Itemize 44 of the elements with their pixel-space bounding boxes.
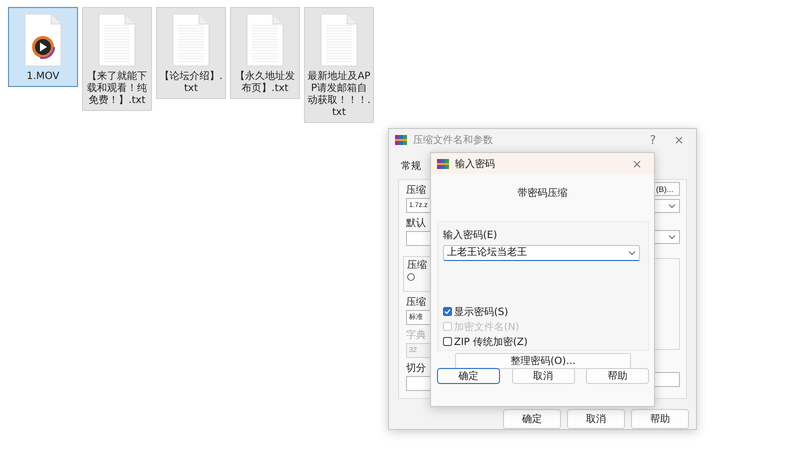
check-icon (444, 308, 451, 315)
field-label: 字典 (406, 330, 427, 342)
file-name: 最新地址及APP请发邮箱自动获取！！！.txt (306, 71, 372, 119)
field-label: 默认 (406, 218, 427, 230)
dialog-heading: 带密码压缩 (516, 186, 568, 200)
chevron-down-icon (668, 203, 676, 209)
file-item[interactable]: 1.MOV (8, 7, 78, 87)
window-title: 压缩文件名和参数 (413, 134, 494, 147)
tab[interactable]: 常规 (397, 157, 425, 175)
file-item[interactable]: 【论坛介绍】.txt (156, 7, 226, 99)
checkbox[interactable] (443, 307, 452, 316)
dialog-button[interactable]: 确定 (503, 409, 561, 429)
file-name: 【论坛介绍】.txt (158, 71, 224, 95)
close-button[interactable]: × (626, 156, 648, 170)
dialog-button[interactable]: 取消 (567, 409, 625, 429)
radio-button[interactable] (407, 273, 415, 281)
dialog-button[interactable]: 帮助 (586, 368, 649, 384)
file-item[interactable]: 【永久地址发布页】.txt (230, 7, 300, 99)
checkbox-label: 加密文件名(N) (454, 320, 520, 334)
books-icon (437, 158, 449, 170)
dialog-button[interactable]: 确定 (437, 368, 500, 384)
group-label: 压缩 (407, 260, 428, 272)
dialog-button[interactable]: 取消 (512, 368, 574, 384)
checkbox-label: ZIP 传统加密(Z) (454, 336, 528, 348)
checkbox[interactable] (443, 337, 452, 346)
file-name: 1.MOV (26, 71, 60, 83)
field-label: 切分 (406, 363, 427, 375)
dialog-button[interactable]: 帮助 (631, 409, 689, 429)
chevron-down-icon (628, 250, 636, 256)
field-label: 压缩 (406, 185, 427, 197)
close-button[interactable]: × (668, 133, 690, 147)
window-title: 输入密码 (455, 158, 496, 170)
file-name: 【永久地址发布页】.txt (234, 71, 296, 95)
file-item[interactable]: 最新地址及APP请发邮箱自动获取！！！.txt (304, 7, 374, 123)
field-label: 输入密码(E) (443, 228, 498, 242)
books-icon (395, 134, 407, 146)
chevron-down-icon (668, 234, 676, 240)
file-item[interactable]: 【来了就能下载和观看！纯免费！】.txt (82, 7, 152, 111)
field-label: 压缩 (406, 297, 427, 309)
password-field[interactable]: 上老王论坛当老王 (443, 245, 640, 261)
organize-button[interactable]: 整理密码(O)... (455, 353, 631, 369)
help-button[interactable]: ? (644, 133, 662, 147)
file-name: 【来了就能下载和观看！纯免费！】.txt (86, 71, 148, 107)
checkbox-label: 显示密码(S) (454, 306, 508, 318)
